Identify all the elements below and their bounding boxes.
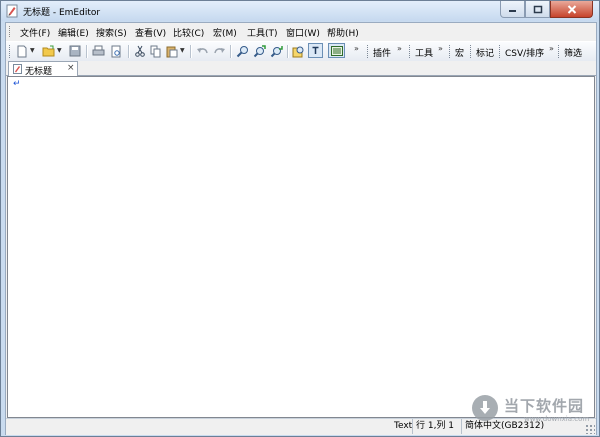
save-button[interactable] [68,44,82,58]
plugins-toolbar-label[interactable]: 插件 [373,46,391,59]
cut-icon [135,45,145,57]
outline-icon [330,45,343,56]
menu-bar: 文件(F) 编辑(E) 搜索(S) 查看(V) 比较(C) 宏(M) 工具(T)… [6,23,596,40]
client-area: 文件(F) 编辑(E) 搜索(S) 查看(V) 比较(C) 宏(M) 工具(T)… [5,22,597,435]
macros-toolbar-label[interactable]: 宏 [455,46,464,59]
new-file-icon [17,45,27,57]
minimize-button[interactable] [500,1,525,18]
download-arrow-icon [472,395,498,421]
toolbar-overflow-chevron[interactable]: » [354,44,359,53]
emeditor-app-icon [6,4,18,18]
minimize-icon [509,9,516,12]
status-position[interactable]: 行 1,列 1 [412,419,461,434]
document-tabs: 无标题 × [6,61,596,77]
watermark-url: www.downxia.com [524,415,590,423]
maximize-button[interactable] [525,1,550,18]
copy-button[interactable] [149,44,163,58]
resize-grip[interactable] [585,424,595,434]
toggle-icon [312,46,319,54]
paste-icon [166,46,178,57]
toolbar-separator [287,45,289,58]
csv-overflow-chevron[interactable]: » [549,44,554,53]
print-icon [92,45,104,56]
open-folder-icon [42,45,55,57]
csv-toolbar-grip[interactable] [499,45,502,58]
toolbar-separator [86,45,88,58]
menu-compare[interactable]: 比较(C) [173,26,204,39]
menu-grip[interactable] [9,26,13,37]
end-of-file-mark: ↵ [13,79,21,89]
print-button[interactable] [91,44,105,58]
tools-toolbar-label[interactable]: 工具 [415,46,433,59]
find-next-button[interactable] [252,44,266,58]
plugins-toolbar-grip[interactable] [367,45,370,58]
app-window: 无标题 - EmEditor 文件(F) 编辑(E) 搜索(S) 查看(V) 比… [0,0,600,437]
toggle-button[interactable] [308,43,323,58]
close-button[interactable] [550,1,593,18]
cut-button[interactable] [133,44,147,58]
toolbar-separator [190,45,192,58]
main-toolbar: ▼ ▼ ▼ » 插件 » 工具 » 宏 标记 CSV/排序 » 筛选 [6,41,596,62]
copy-icon [150,45,161,57]
new-dropdown-arrow[interactable]: ▼ [30,47,35,54]
tools-overflow-chevron[interactable]: » [438,44,443,53]
print-preview-icon [111,45,121,57]
maximize-icon [533,5,542,13]
outline-button[interactable] [328,43,345,58]
highlight-button[interactable] [291,44,305,58]
menu-search[interactable]: 搜索(S) [96,26,127,39]
status-mode[interactable]: Text [391,419,412,434]
open-button[interactable] [42,44,56,58]
tab-untitled[interactable]: 无标题 × [8,61,78,77]
menu-edit[interactable]: 编辑(E) [58,26,89,39]
toolbar-separator [230,45,232,58]
close-icon [567,4,576,14]
menu-help[interactable]: 帮助(H) [327,26,359,39]
plugins-overflow-chevron[interactable]: » [397,44,402,53]
paste-dropdown-arrow[interactable]: ▼ [180,47,185,54]
paste-button[interactable] [165,44,179,58]
find-next-icon [253,44,266,57]
macros-toolbar-grip[interactable] [449,45,452,58]
tools-toolbar-grip[interactable] [409,45,412,58]
watermark-text: 当下软件园 [504,397,585,415]
markers-toolbar-label[interactable]: 标记 [476,46,494,59]
window-controls [500,1,593,19]
print-preview-button[interactable] [109,44,123,58]
find-previous-button[interactable] [269,44,283,58]
find-button[interactable] [235,44,249,58]
new-file-button[interactable] [15,44,29,58]
title-bar[interactable]: 无标题 - EmEditor [1,1,599,21]
redo-icon [213,47,225,53]
menu-file[interactable]: 文件(F) [20,26,50,39]
filter-toolbar-grip[interactable] [558,45,561,58]
watermark: 当下软件园 www.downxia.com [472,394,594,424]
document-icon [13,64,22,74]
menu-window[interactable]: 窗口(W) [286,26,320,39]
open-dropdown-arrow[interactable]: ▼ [57,47,62,54]
undo-button[interactable] [195,44,209,58]
csv-toolbar-label[interactable]: CSV/排序 [505,46,544,59]
menu-macro[interactable]: 宏(M) [213,26,237,39]
markers-toolbar-grip[interactable] [470,45,473,58]
window-title: 无标题 - EmEditor [23,8,101,18]
highlight-icon [292,46,303,57]
find-icon [236,45,248,57]
redo-button[interactable] [212,44,226,58]
toolbar-separator [128,45,130,58]
save-icon [69,45,81,57]
undo-icon [196,47,208,53]
tab-close-button[interactable]: × [67,63,75,73]
text-editor[interactable]: ↵ [7,76,595,418]
menu-view[interactable]: 查看(V) [135,26,166,39]
toolbar-grip[interactable] [9,45,12,58]
find-previous-icon [270,45,283,57]
menu-tools[interactable]: 工具(T) [247,26,278,39]
filter-toolbar-label[interactable]: 筛选 [564,46,582,59]
